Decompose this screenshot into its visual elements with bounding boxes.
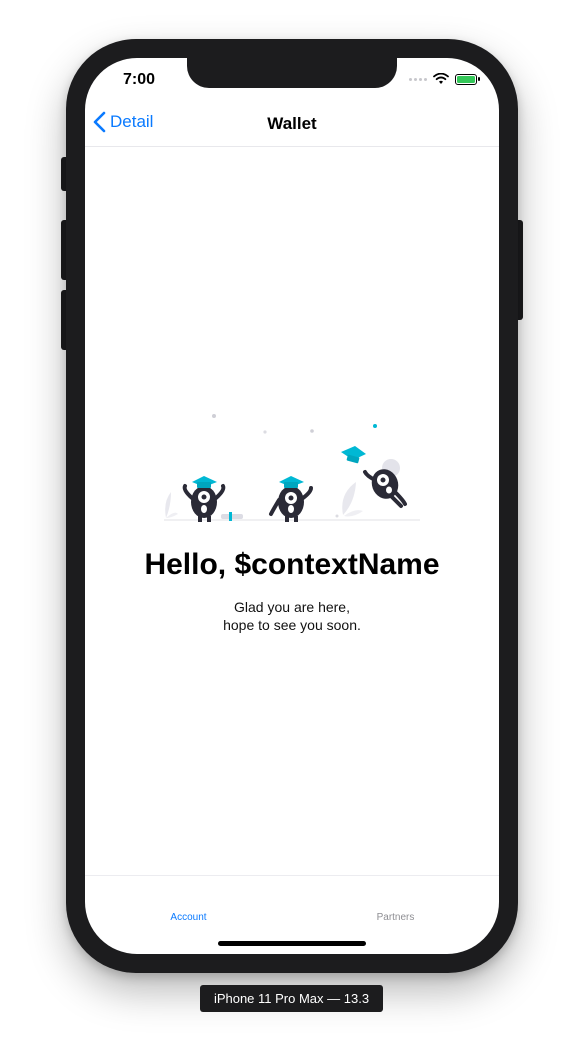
wifi-icon [433, 73, 449, 84]
status-icons [409, 73, 480, 85]
greeting-message: Glad you are here, hope to see you soon. [85, 598, 499, 634]
page-title: Wallet [267, 114, 317, 133]
tab-partners[interactable]: Partners [292, 912, 499, 923]
battery-icon [455, 73, 480, 85]
signal-icon [409, 77, 427, 81]
greeting-message-line1: Glad you are here, [234, 599, 350, 615]
navigation-bar: Detail Wallet [85, 102, 499, 147]
greeting-heading: Hello, $contextName [144, 548, 440, 581]
device-label: iPhone 11 Pro Max — 13.3 [200, 985, 383, 1012]
home-indicator[interactable] [218, 941, 366, 946]
status-time: 7:00 [123, 71, 156, 88]
greeting-message-line2: hope to see you soon. [223, 617, 361, 633]
graduation-illustration [164, 414, 420, 522]
notch [187, 58, 397, 88]
device-screen: 7:00 Detail Wallet Hello, $contextName G… [85, 58, 499, 954]
simulator-stage: 7:00 Detail Wallet Hello, $contextName G… [0, 0, 584, 1048]
tab-account[interactable]: Account [85, 912, 292, 923]
